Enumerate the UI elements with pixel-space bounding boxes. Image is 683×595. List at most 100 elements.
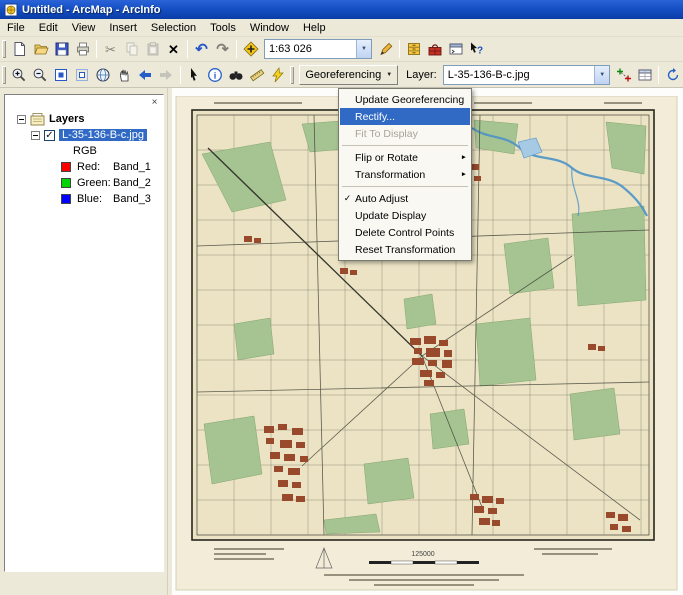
select-elements-button[interactable] [184, 64, 205, 85]
submenu-arrow-icon: ► [458, 154, 470, 161]
layers-root-label: Layers [49, 113, 84, 125]
georeferencing-menu-button[interactable]: Georeferencing ▼ [299, 65, 398, 85]
toc-band-row-red: Red: Band_1 [5, 159, 163, 175]
data-frame-icon [30, 112, 46, 126]
band-value: Band_1 [113, 161, 151, 173]
arccatalog-button[interactable] [403, 39, 424, 60]
pan-button[interactable] [114, 64, 135, 85]
rgb-label: RGB [73, 145, 97, 157]
toc-close-button[interactable]: × [148, 96, 161, 109]
band-color-swatch[interactable] [61, 178, 71, 188]
fixed-zoom-out-button[interactable] [72, 64, 93, 85]
menu-edit[interactable]: Edit [32, 21, 65, 35]
toc-band-row-green: Green: Band_2 [5, 175, 163, 191]
layer-label: Layer: [406, 69, 437, 81]
menu-tools[interactable]: Tools [203, 21, 243, 35]
layer-combo-value: L-35-136-B-c.jpg [444, 69, 595, 81]
menu-view[interactable]: View [65, 21, 103, 35]
toc-map-splitter[interactable] [164, 88, 172, 595]
menu-item-fit-to-display[interactable]: Fit To Display [340, 125, 470, 142]
layer-combo[interactable]: L-35-136-B-c.jpg ▼ [443, 65, 611, 85]
band-color-swatch[interactable] [61, 194, 71, 204]
copy-icon [124, 41, 140, 57]
cut-button[interactable]: ✂ [100, 39, 121, 60]
menu-item-transformation[interactable]: Transformation ► [340, 166, 470, 183]
back-extent-button[interactable] [135, 64, 156, 85]
paste-clipboard-icon [145, 41, 161, 57]
scale-combo-dropdown[interactable]: ▼ [356, 40, 371, 58]
view-link-table-button[interactable] [634, 64, 655, 85]
full-extent-button[interactable] [93, 64, 114, 85]
full-extent-globe-icon [95, 67, 111, 83]
collapse-icon[interactable] [17, 115, 26, 124]
paste-button[interactable] [142, 39, 163, 60]
menu-item-auto-adjust[interactable]: ✓ Auto Adjust [340, 190, 470, 207]
menu-insert[interactable]: Insert [102, 21, 144, 35]
band-color-swatch[interactable] [61, 162, 71, 172]
zoom-out-button[interactable] [30, 64, 51, 85]
menu-selection[interactable]: Selection [144, 21, 203, 35]
toolbar-grip[interactable] [2, 66, 6, 84]
selected-layer-name[interactable]: L-35-136-B-c.jpg [59, 129, 147, 141]
back-arrow-icon [137, 67, 153, 83]
undo-arrow-icon: ↶ [195, 42, 208, 57]
editor-toolbar-button[interactable] [375, 39, 396, 60]
toc-layers-row[interactable]: Layers [5, 111, 163, 127]
find-button[interactable] [226, 64, 247, 85]
menu-bar: File Edit View Insert Selection Tools Wi… [0, 19, 683, 37]
layer-combo-dropdown[interactable]: ▼ [594, 66, 609, 84]
whats-this-button[interactable]: ? [466, 39, 487, 60]
toolbar-grip[interactable] [290, 66, 294, 84]
measure-button[interactable] [246, 64, 267, 85]
open-folder-icon [33, 41, 49, 57]
menu-file[interactable]: File [0, 21, 32, 35]
fixed-zoom-in-icon [53, 67, 69, 83]
toolbar-separator [180, 66, 181, 84]
save-button[interactable] [51, 39, 72, 60]
chevron-down-icon: ▼ [386, 72, 392, 78]
toolbar-grip[interactable] [2, 40, 6, 58]
command-line-button[interactable] [445, 39, 466, 60]
arctoolbox-button[interactable] [424, 39, 445, 60]
delete-button[interactable]: ✕ [163, 39, 184, 60]
menu-window[interactable]: Window [243, 21, 296, 35]
title-bar[interactable]: Untitled - ArcMap - ArcInfo [0, 0, 683, 19]
fixed-zoom-in-button[interactable] [51, 64, 72, 85]
toc-layer-row[interactable]: ✓ L-35-136-B-c.jpg [5, 127, 163, 143]
arcmap-window: Untitled - ArcMap - ArcInfo File Edit Vi… [0, 0, 683, 595]
add-control-points-button[interactable] [613, 64, 634, 85]
new-map-button[interactable] [9, 39, 30, 60]
zoom-in-button[interactable] [9, 64, 30, 85]
forward-extent-button[interactable] [156, 64, 177, 85]
menu-item-flip-or-rotate[interactable]: Flip or Rotate ► [340, 149, 470, 166]
undo-button[interactable]: ↶ [191, 39, 212, 60]
rotate-tool-icon [665, 67, 681, 83]
chevron-down-icon: ▼ [361, 46, 367, 52]
delete-x-icon: ✕ [168, 43, 179, 56]
toc-band-row-blue: Blue: Band_3 [5, 191, 163, 207]
band-value: Band_3 [113, 193, 151, 205]
svg-text:?: ? [476, 46, 482, 57]
new-document-icon [12, 41, 28, 57]
menu-item-update-georeferencing[interactable]: Update Georeferencing [340, 91, 470, 108]
hyperlink-button[interactable] [267, 64, 288, 85]
open-button[interactable] [30, 39, 51, 60]
print-button[interactable] [72, 39, 93, 60]
scale-combo[interactable]: 1:63 026 ▼ [264, 39, 372, 59]
tools-toolbar: i Georeferencing ▼ [0, 62, 683, 88]
redo-arrow-icon: ↷ [216, 42, 229, 57]
copy-button[interactable] [121, 39, 142, 60]
menu-help[interactable]: Help [296, 21, 333, 35]
add-control-points-icon [616, 67, 632, 83]
rotate-tool-button[interactable] [662, 64, 683, 85]
menu-item-reset-transformation[interactable]: Reset Transformation [340, 241, 470, 258]
redo-button[interactable]: ↷ [212, 39, 233, 60]
menu-item-rectify[interactable]: Rectify... [340, 108, 470, 125]
collapse-icon[interactable] [31, 131, 40, 140]
menu-item-delete-control-points[interactable]: Delete Control Points [340, 224, 470, 241]
add-data-button[interactable] [240, 39, 261, 60]
identify-button[interactable]: i [205, 64, 226, 85]
menu-item-update-display[interactable]: Update Display [340, 207, 470, 224]
arctoolbox-icon [427, 41, 443, 57]
layer-visibility-checkbox[interactable]: ✓ [44, 130, 55, 141]
